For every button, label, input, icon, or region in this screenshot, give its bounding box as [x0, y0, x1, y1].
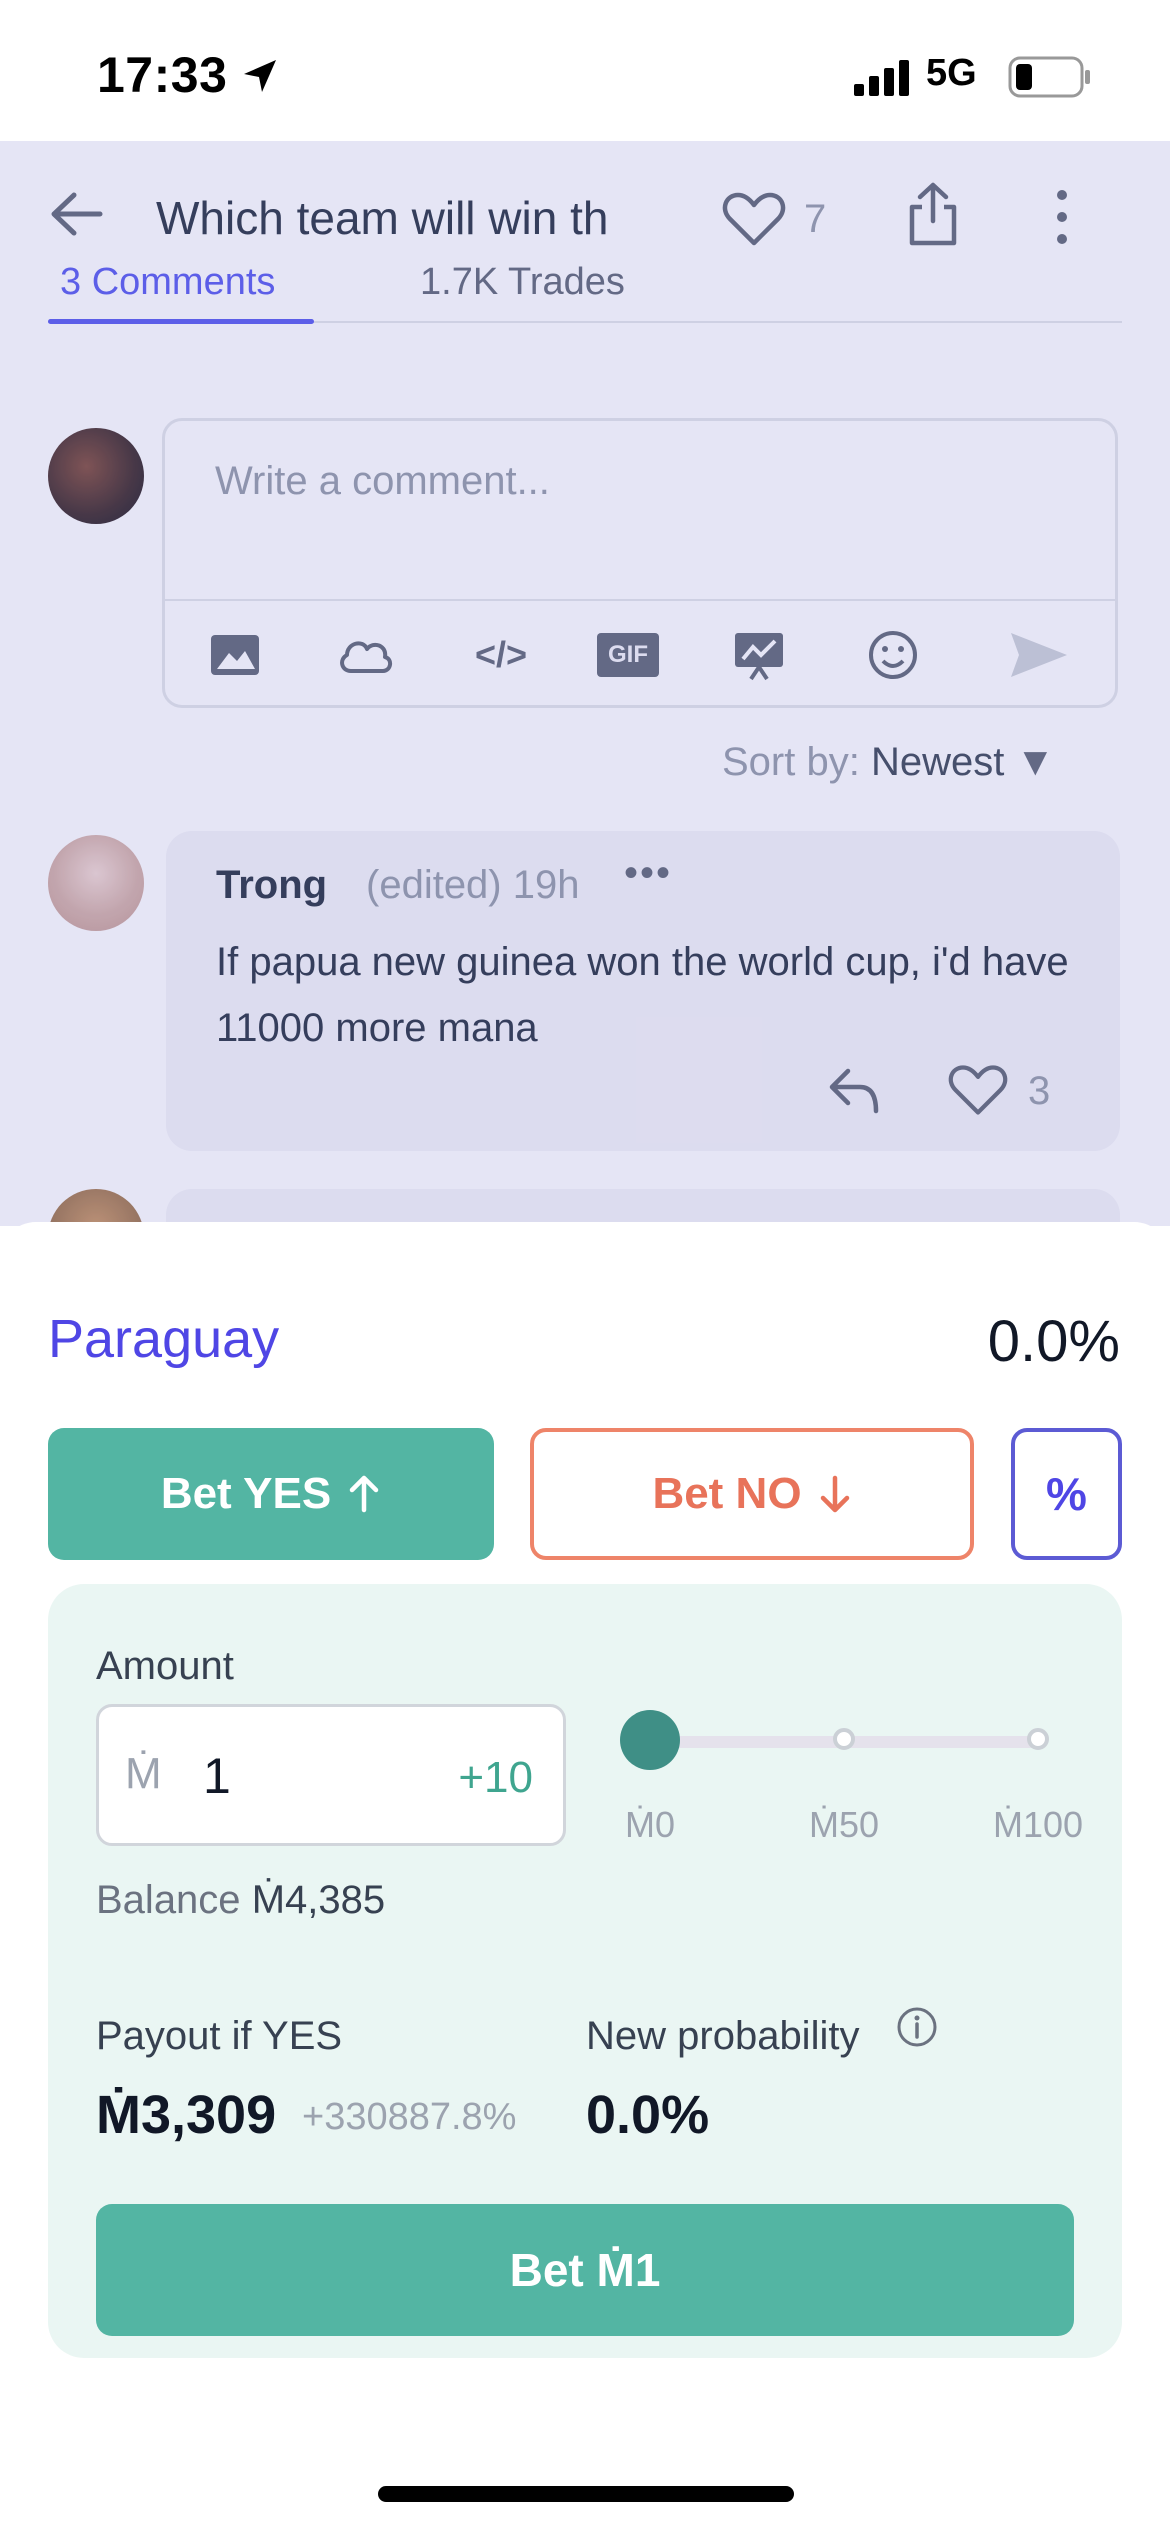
balance-label: Balance: [96, 1878, 241, 1922]
bet-no-button[interactable]: Bet NO: [530, 1428, 974, 1560]
network-type: 5G: [926, 52, 977, 94]
battery-icon: [1008, 56, 1090, 98]
slider-label: Ṁ50: [808, 1804, 880, 1845]
payout-value: Ṁ3,309: [96, 2085, 277, 2145]
modal-backdrop[interactable]: [0, 141, 1170, 1226]
home-indicator[interactable]: [378, 2486, 794, 2502]
balance-value: Ṁ4,385: [251, 1878, 386, 1922]
clock: 17:33: [97, 47, 228, 103]
increment-button[interactable]: +10: [458, 1753, 533, 1803]
submit-bet-label: Bet Ṁ1: [509, 2244, 661, 2296]
percent-label: %: [1046, 1468, 1087, 1520]
amount-label: Amount: [96, 1644, 234, 1688]
bet-yes-button[interactable]: Bet YES: [48, 1428, 494, 1560]
answer-name: Paraguay: [48, 1309, 280, 1369]
answer-probability: 0.0%: [987, 1309, 1120, 1374]
arrow-down-icon: [820, 1475, 849, 1513]
cell-signal-icon: [854, 60, 909, 96]
bet-no-label: Bet NO: [652, 1469, 802, 1518]
slider-step-dot: [833, 1728, 855, 1750]
payout-return: +330887.8%: [302, 2096, 517, 2138]
mana-currency-icon: Ṁ: [125, 1749, 162, 1798]
bet-sheet: Paraguay 0.0% Bet YES Bet NO % Amount Ṁ …: [0, 1222, 1170, 2427]
slider-step-dot: [1027, 1728, 1049, 1750]
location-arrow-icon: [244, 60, 276, 92]
status-bar: 17:33 5G: [0, 0, 1170, 141]
bet-panel: Amount Ṁ 1 +10 Balance Ṁ4,385 Ṁ0 Ṁ50 Ṁ10…: [48, 1584, 1122, 2358]
bet-yes-label: Bet YES: [160, 1469, 332, 1518]
new-probability-label: New probability: [586, 2014, 860, 2058]
slider-label: Ṁ100: [992, 1804, 1084, 1845]
balance: Balance Ṁ4,385: [96, 1878, 385, 1923]
payout-label: Payout if YES: [96, 2014, 343, 2058]
limit-order-button[interactable]: %: [1011, 1428, 1122, 1560]
amount-slider-handle[interactable]: [620, 1710, 680, 1770]
submit-bet-button[interactable]: Bet Ṁ1: [96, 2204, 1074, 2336]
new-probability-value: 0.0%: [586, 2085, 710, 2145]
amount-input[interactable]: Ṁ 1 +10: [96, 1704, 566, 1846]
arrow-up-icon: [349, 1475, 379, 1513]
slider-label: Ṁ0: [624, 1804, 676, 1845]
amount-value[interactable]: 1: [203, 1747, 231, 1805]
info-icon[interactable]: [896, 2006, 938, 2048]
